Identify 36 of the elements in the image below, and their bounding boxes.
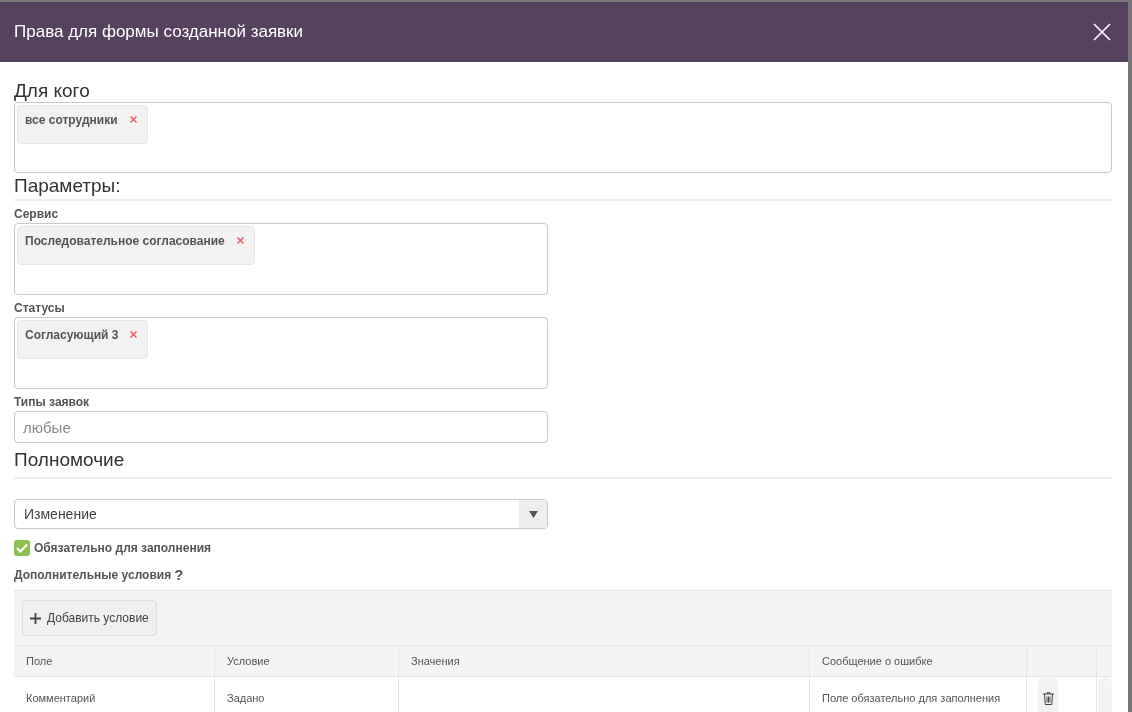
- section-heading: Для кого: [14, 80, 91, 102]
- tag-field[interactable]: все сотрудники: [14, 102, 1112, 173]
- tag-field[interactable]: Последовательное согласование: [14, 223, 548, 295]
- field-label: Сервис: [14, 206, 60, 222]
- help-mark[interactable]: ?: [174, 568, 184, 582]
- tag-field[interactable]: Согласующий 3: [14, 317, 548, 389]
- trash-icon: [1042, 691, 1054, 705]
- checkbox[interactable]: [14, 540, 30, 556]
- remove-tag-icon[interactable]: [130, 331, 138, 338]
- tag-label: все сотрудники: [25, 113, 118, 127]
- section-heading: Параметры:: [14, 175, 1112, 201]
- plus-icon: [30, 612, 41, 624]
- remove-tag-icon[interactable]: [129, 116, 137, 123]
- section-heading: Полномочие: [14, 449, 1112, 479]
- input-field[interactable]: любые: [14, 411, 548, 443]
- table-cell-text: Комментарий: [26, 690, 96, 706]
- tag-label: Согласующий 3: [25, 328, 119, 342]
- remove-tag-icon[interactable]: [236, 237, 244, 244]
- dropdown-caret-icon: [528, 510, 538, 518]
- checkbox-label: Обязательно для заполнения: [34, 540, 212, 557]
- close-icon[interactable]: [1092, 22, 1112, 42]
- delete-button[interactable]: [1039, 678, 1057, 712]
- add-condition-button[interactable]: Добавить условие: [22, 600, 157, 636]
- scrollbar-thumb[interactable]: [1098, 677, 1112, 712]
- select-field[interactable]: Изменение: [14, 499, 548, 529]
- field-label: Дополнительные условия: [14, 567, 172, 584]
- column-header: Условие: [215, 646, 399, 676]
- dialog-title: Права для формы созданной заявки: [14, 21, 304, 44]
- field-label: Статусы: [14, 300, 66, 316]
- field-label: Типы заявок: [14, 394, 91, 410]
- column-header: Сообщение о ошибке: [810, 646, 1027, 676]
- table-cell-text: Поле обязательно для заполнения: [822, 690, 1001, 706]
- column-header: Значения: [399, 646, 810, 676]
- table-cell-text: Задано: [227, 690, 265, 706]
- column-header: Поле: [14, 646, 215, 676]
- tag-label: Последовательное согласование: [25, 234, 225, 248]
